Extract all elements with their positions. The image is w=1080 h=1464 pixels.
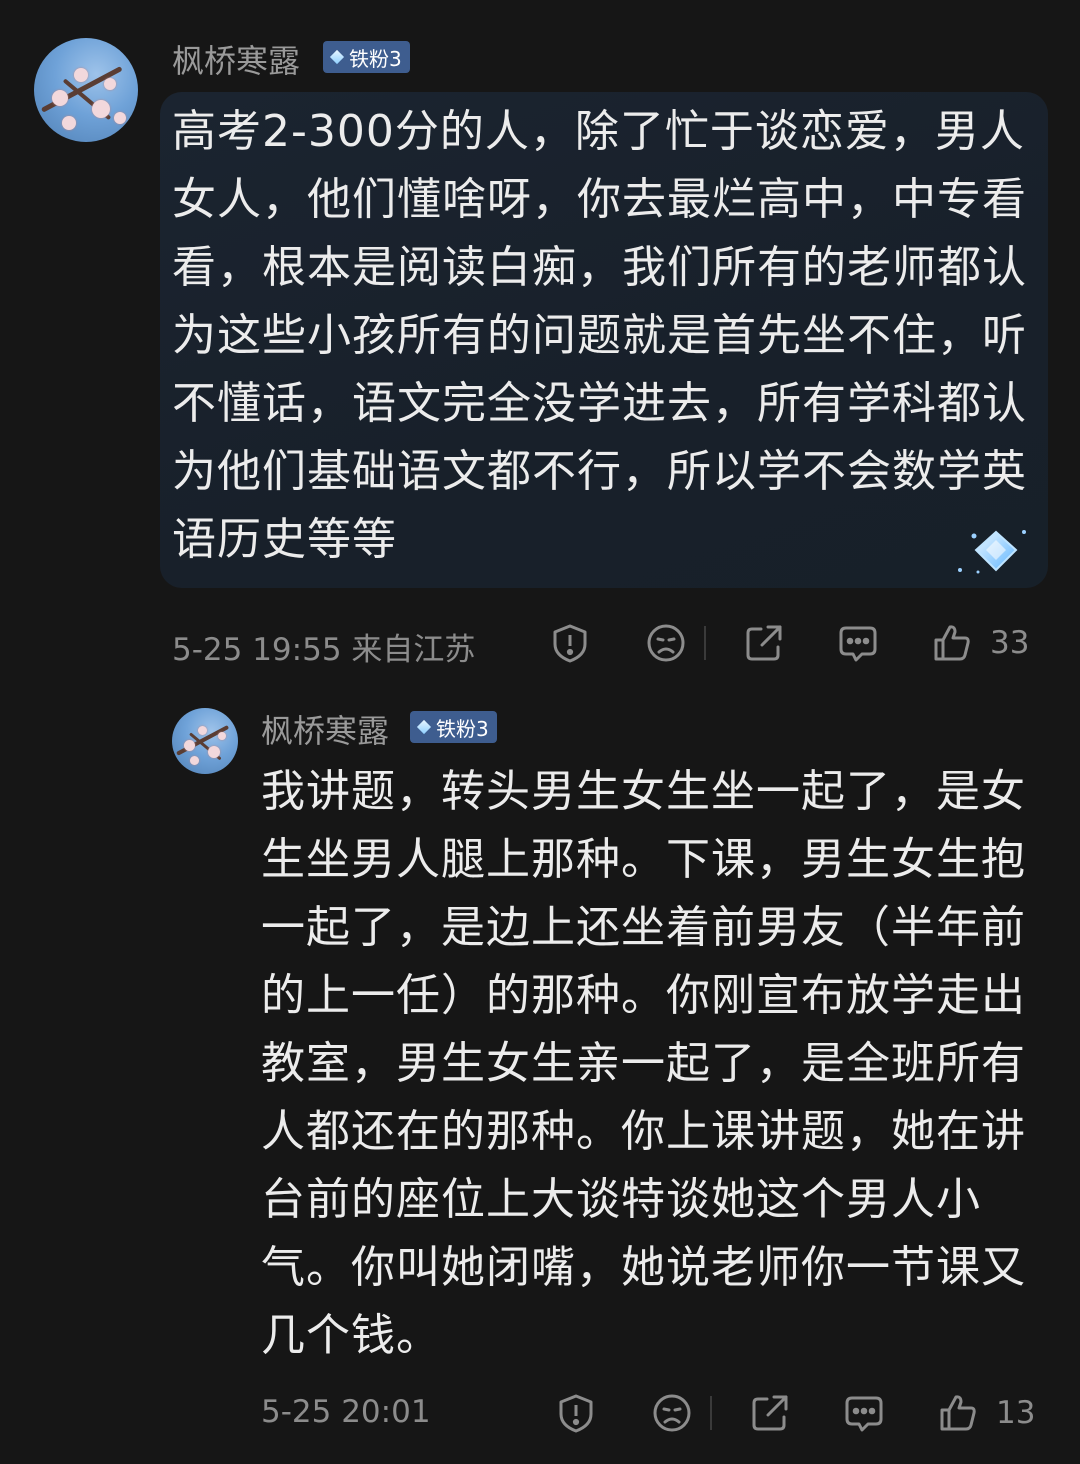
comment-actions: 33	[550, 618, 1029, 668]
report-icon[interactable]	[550, 623, 590, 663]
diamond-icon	[329, 49, 345, 65]
report-icon[interactable]	[556, 1393, 596, 1433]
comment-1: 枫桥寒露 铁粉3 高考2-300分的人，除了忙于谈恋爱，男人女人，他们懂啥呀，你…	[0, 0, 1080, 680]
fan-badge-label: 铁粉3	[436, 716, 489, 741]
comment-2: 枫桥寒露 铁粉3 我讲题，转头男生女生坐一起了，是女生坐男人腿上那种。下课，男生…	[0, 680, 1080, 1464]
comment-text: 高考2-300分的人，除了忙于谈恋爱，男人女人，他们懂啥呀，你去最烂高中，中专看…	[172, 106, 1027, 565]
like-count: 33	[990, 625, 1030, 661]
username[interactable]: 枫桥寒露	[172, 36, 300, 82]
avatar[interactable]	[34, 38, 138, 142]
divider	[704, 626, 706, 660]
comment-text: 我讲题，转头男生女生坐一起了，是女生坐男人腿上那种。下课，男生女生抱一起了，是边…	[261, 766, 1026, 1361]
share-icon[interactable]	[744, 623, 784, 663]
reply-icon[interactable]	[838, 623, 878, 663]
like-icon[interactable]	[938, 1393, 978, 1433]
comment-meta: 5-25 19:55 来自江苏	[172, 632, 476, 668]
like-icon[interactable]	[932, 623, 972, 663]
dislike-icon[interactable]	[646, 623, 686, 663]
fan-badge[interactable]: 铁粉3	[323, 41, 410, 73]
fan-badge[interactable]: 铁粉3	[410, 711, 497, 743]
dislike-icon[interactable]	[652, 1393, 692, 1433]
comment-actions: 13	[556, 1388, 1035, 1438]
reply-icon[interactable]	[844, 1393, 884, 1433]
avatar[interactable]	[172, 708, 238, 774]
like-count: 13	[996, 1395, 1036, 1431]
divider	[710, 1396, 712, 1430]
username[interactable]: 枫桥寒露	[261, 706, 389, 752]
fan-badge-label: 铁粉3	[349, 46, 402, 71]
comment-meta: 5-25 20:01	[261, 1394, 431, 1430]
diamond-icon	[416, 719, 432, 735]
share-icon[interactable]	[750, 1393, 790, 1433]
